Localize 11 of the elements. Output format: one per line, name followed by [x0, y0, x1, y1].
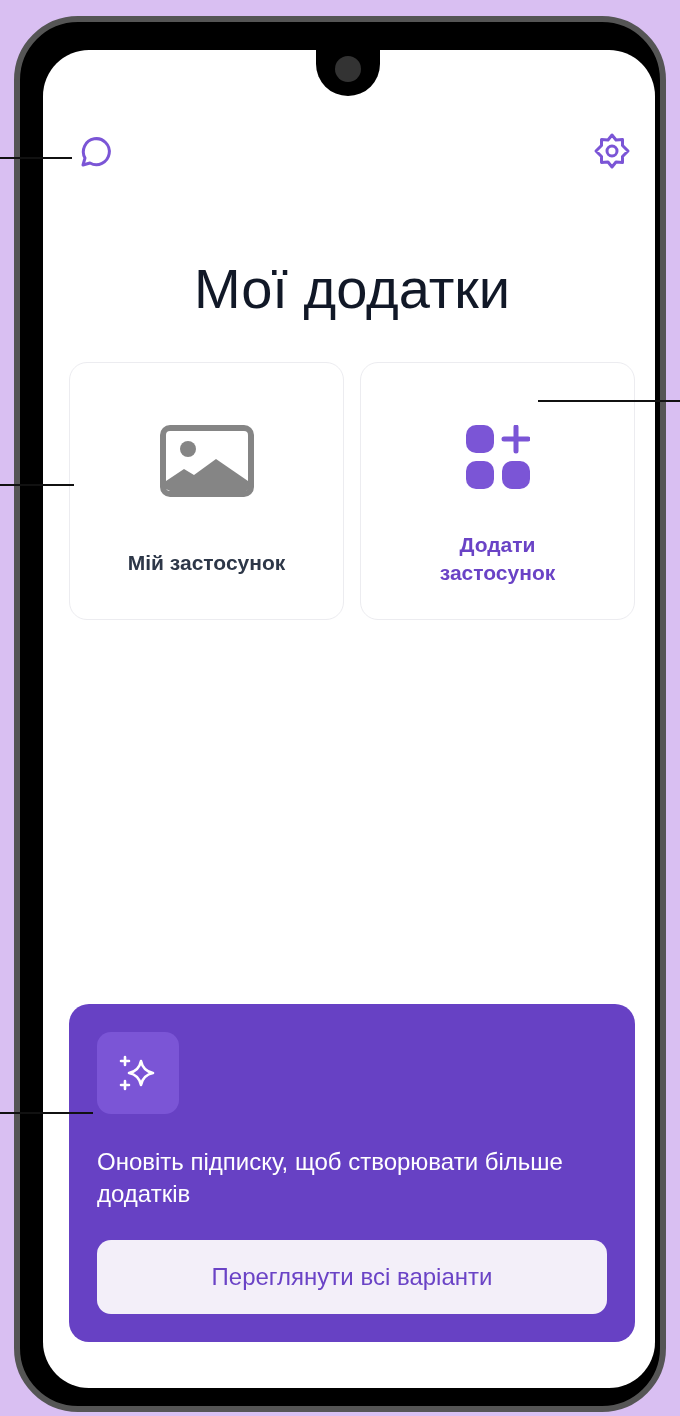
sparkle-icon: [97, 1032, 179, 1114]
app-card[interactable]: Мій застосунок: [69, 362, 344, 620]
image-icon: [159, 425, 254, 497]
add-app-card[interactable]: Додати застосунок: [360, 362, 635, 620]
upgrade-message: Оновіть підписку, щоб створювати більше додатків: [97, 1147, 564, 1209]
camera-icon: [335, 56, 361, 82]
view-options-button[interactable]: Переглянути всі варіанти: [97, 1240, 607, 1314]
leader-line: [0, 157, 72, 159]
settings-icon[interactable]: [593, 132, 631, 170]
page-title: Мої додатки: [192, 256, 512, 322]
add-apps-icon: [465, 425, 530, 489]
